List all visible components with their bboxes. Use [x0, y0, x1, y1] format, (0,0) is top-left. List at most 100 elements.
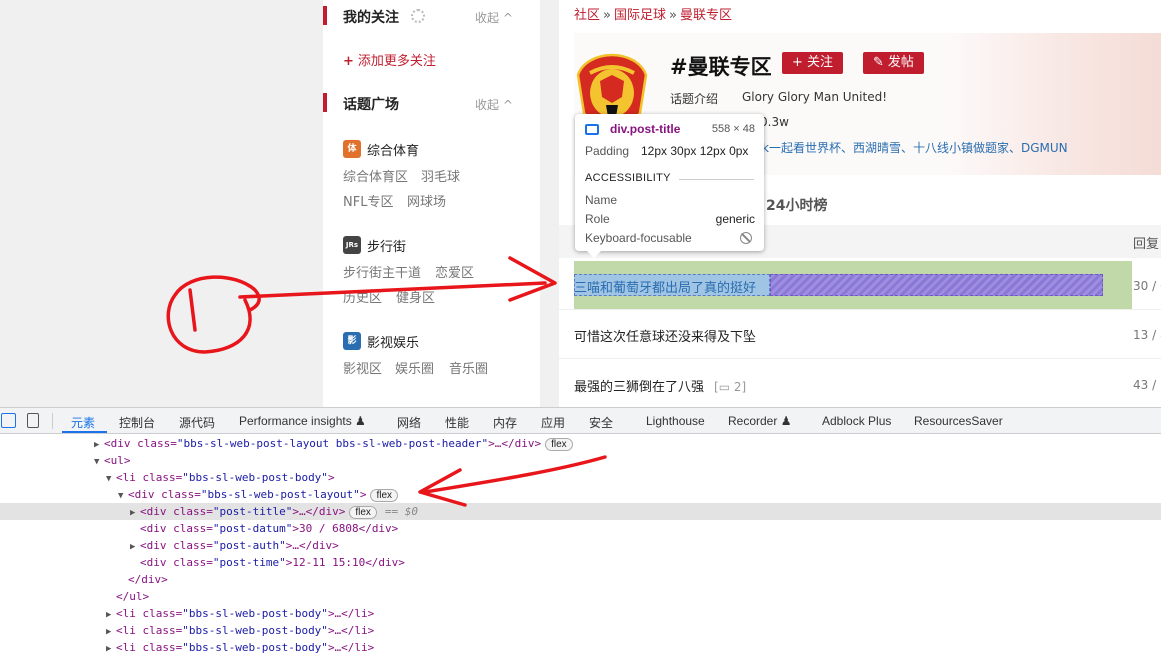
reply-count-icon: [▭ 2]: [714, 380, 747, 394]
intro-text: Glory Glory Man United!: [742, 90, 888, 104]
node-attr-value: "post-auth": [212, 539, 286, 552]
dom-node-line[interactable]: ▶ <div class="bbs-sl-web-post-layout bbs-…: [0, 435, 1161, 452]
follow-button[interactable]: + 关注: [782, 52, 844, 74]
node-attr-value: "post-datum": [212, 522, 293, 535]
dom-node-line[interactable]: ▼ <li class="bbs-sl-web-post-body">: [0, 469, 1161, 486]
node-attr-value: "bbs-sl-web-post-body": [182, 471, 328, 484]
role-value: generic: [715, 212, 755, 226]
breadcrumb-item[interactable]: 社区: [574, 8, 600, 23]
node-tag: <li class=: [116, 607, 183, 620]
node-tag: <li class=: [116, 471, 183, 484]
node-tag: <div class=: [140, 522, 213, 535]
follow-collapse-toggle[interactable]: 收起 ^: [475, 9, 513, 26]
padding-overlay: [770, 274, 1103, 296]
grid-icon: [585, 124, 599, 135]
sports-icon: 体: [343, 140, 361, 158]
tab-memory[interactable]: 内存: [493, 414, 517, 431]
dom-tree: ▶ <div class="bbs-sl-web-post-layout bbs-…: [0, 435, 1161, 654]
row-divider: [559, 309, 1161, 310]
tab-security[interactable]: 安全: [589, 414, 613, 431]
dom-node-line[interactable]: ▶ <div class="post-title">…</div> flex == $…: [0, 503, 1161, 520]
node-attr-value: "bbs-sl-web-post-body": [182, 607, 328, 620]
tab-lighthouse[interactable]: Lighthouse: [646, 414, 705, 428]
category-link[interactable]: 网球场: [407, 191, 446, 210]
tooltip-arrow: [587, 251, 601, 258]
tab-sources[interactable]: 源代码: [179, 414, 215, 431]
category-link[interactable]: 羽毛球: [421, 166, 460, 185]
tab-resources-saver[interactable]: ResourcesSaver: [914, 414, 1003, 428]
topics-collapse-toggle[interactable]: 收起 ^: [475, 96, 513, 113]
category-link[interactable]: 娱乐圈: [395, 358, 434, 377]
inspect-element-icon[interactable]: [1, 413, 16, 428]
stat-value: 0.3w: [760, 115, 789, 129]
node-tag-close: >…</div>: [488, 437, 542, 450]
popcorn-icon: 影: [343, 332, 361, 350]
expand-triangle-icon[interactable]: ▶: [106, 641, 116, 654]
new-post-button[interactable]: ✎ 发帖: [863, 52, 924, 74]
flex-badge[interactable]: flex: [545, 438, 573, 451]
category-link[interactable]: 影视区: [343, 358, 382, 377]
gear-icon[interactable]: [411, 9, 425, 23]
topics-section-title: 话题广场: [343, 97, 399, 113]
node-tag: <div class=: [140, 539, 213, 552]
device-toolbar-icon[interactable]: [27, 413, 39, 428]
tab-network[interactable]: 网络: [397, 414, 421, 431]
plus-icon: +: [343, 54, 354, 69]
accessibility-heading: ACCESSIBILITY: [585, 172, 671, 184]
tab-application[interactable]: 应用: [541, 414, 565, 431]
node-tag-close: >: [327, 471, 335, 484]
tab-elements[interactable]: 元素: [71, 414, 95, 431]
reply-column-header: 回复: [1133, 237, 1160, 252]
new-post-label: 发帖: [887, 55, 914, 70]
category-link[interactable]: 音乐圈: [449, 358, 488, 377]
category-link[interactable]: 恋爱区: [435, 262, 474, 281]
node-tag-close: >30 / 6808</div>: [292, 522, 399, 535]
node-attr-value: "bbs-sl-web-post-layout bbs-sl-web-post-…: [176, 437, 489, 450]
flex-badge[interactable]: flex: [370, 489, 398, 502]
category-link[interactable]: 历史区: [343, 287, 382, 306]
node-tag: <div class=: [104, 437, 177, 450]
divider: [679, 179, 754, 180]
devtools-panel: 元素 控制台 源代码 Performance insights ♟ 网络 性能 …: [0, 407, 1161, 654]
dom-node-line[interactable]: </div>: [0, 571, 1161, 588]
tab-performance[interactable]: 性能: [445, 414, 469, 431]
reply-count: 2]: [733, 380, 747, 394]
flex-badge[interactable]: flex: [349, 506, 377, 519]
breadcrumb-item[interactable]: 国际足球: [614, 8, 666, 23]
dom-node-line[interactable]: ▶ <div class="post-auth">…</div>: [0, 537, 1161, 554]
dom-node-line[interactable]: <div class="post-datum">30 / 6808</div>: [0, 520, 1161, 537]
dom-node-line[interactable]: <div class="post-time">12-11 15:10</div>: [0, 554, 1161, 571]
category-link[interactable]: 步行街主干道: [343, 262, 421, 281]
follow-section-header: 我的关注 收起 ^: [323, 4, 540, 28]
post-title[interactable]: 三喵和葡萄牙都出局了真的挺好: [574, 277, 756, 296]
selected-node-hint: == $0: [384, 505, 419, 518]
category-title[interactable]: 综合体育: [367, 140, 419, 159]
node-tag: </div>: [128, 573, 168, 586]
node-attr-value: "bbs-sl-web-post-layout": [200, 488, 360, 501]
category-title[interactable]: 影视娱乐: [367, 332, 419, 351]
tab-adblock-plus[interactable]: Adblock Plus: [822, 414, 891, 428]
tab-recorder[interactable]: Recorder ♟: [728, 414, 791, 428]
dom-node-line[interactable]: ▶ <li class="bbs-sl-web-post-body">…</li>: [0, 622, 1161, 639]
category-link[interactable]: 综合体育区: [343, 166, 408, 185]
dom-node-line[interactable]: ▼ <div class="bbs-sl-web-post-layout"> fle…: [0, 486, 1161, 503]
dom-node-line[interactable]: ▶ <li class="bbs-sl-web-post-body">…</li>: [0, 639, 1161, 654]
add-more-follow-link[interactable]: + 添加更多关注: [343, 50, 436, 69]
category-link[interactable]: NFL专区: [343, 191, 393, 210]
category-title[interactable]: 步行街: [367, 236, 406, 255]
related-topics[interactable]: k一起看世界杯、西湖晴雪、十八线小镇做题家、DGMUN: [762, 139, 1068, 156]
tab-performance-insights[interactable]: Performance insights ♟: [239, 414, 366, 428]
dom-node-line[interactable]: </ul>: [0, 588, 1161, 605]
pen-icon: ✎: [873, 55, 884, 70]
category-link[interactable]: 健身区: [396, 287, 435, 306]
breadcrumb-separator: »: [603, 8, 611, 23]
breadcrumb-item[interactable]: 曼联专区: [680, 8, 732, 23]
tab-24h-ranking[interactable]: 24小时榜: [766, 195, 827, 215]
post-title[interactable]: 可惜这次任意球还没来得及下坠: [574, 326, 756, 345]
post-title[interactable]: 最强的三狮倒在了八强 [▭ 2]: [574, 376, 746, 395]
dom-node-line[interactable]: ▶ <li class="bbs-sl-web-post-body">…</li>: [0, 605, 1161, 622]
node-tag-close: >…</li>: [327, 624, 375, 637]
node-tag: <ul>: [104, 454, 131, 467]
tab-console[interactable]: 控制台: [119, 414, 155, 431]
dom-node-line[interactable]: ▼ <ul>: [0, 452, 1161, 469]
